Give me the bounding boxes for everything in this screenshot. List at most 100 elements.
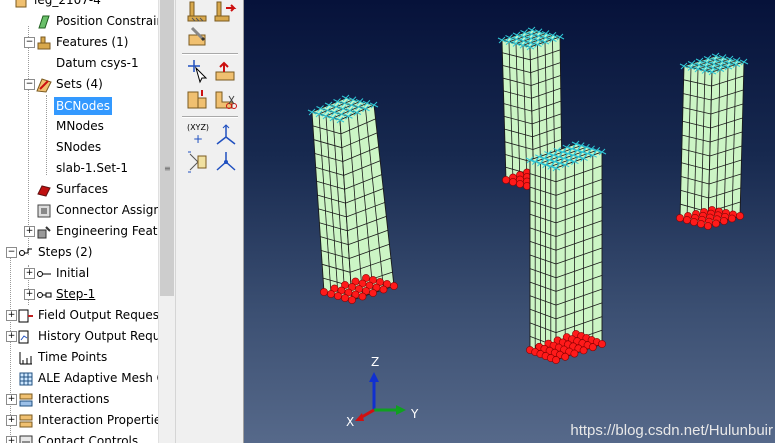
bc-node: [728, 214, 736, 223]
bc-node: [334, 292, 342, 300]
model-viewport[interactable]: Z Y X https://blog.csdn.net/Hulunbuir: [244, 0, 775, 443]
tree-item-label: Engineering Features: [56, 224, 158, 238]
expand-icon[interactable]: +: [24, 268, 35, 279]
tree-item[interactable]: + Initial: [0, 263, 158, 284]
partition-face-icon[interactable]: [186, 150, 210, 174]
bc-node: [588, 343, 597, 352]
tree-item-label: Step-1: [56, 287, 96, 301]
tree-item-label: Field Output Requests: [38, 308, 158, 322]
tree-item[interactable]: Position Constraints: [0, 11, 158, 32]
step-icon: [37, 292, 52, 298]
tree-item-label: Steps (2): [38, 245, 93, 259]
csys-axes-icon[interactable]: [214, 123, 238, 147]
bc-node: [320, 288, 328, 296]
expand-icon[interactable]: +: [6, 331, 17, 342]
tree-item[interactable]: Time Points: [0, 347, 158, 368]
expand-icon[interactable]: +: [6, 415, 17, 426]
step-initial-icon: [37, 271, 51, 277]
bc-node: [369, 289, 377, 297]
load-edit-icon[interactable]: [186, 25, 210, 49]
tree-item[interactable]: − Features (1): [0, 32, 158, 53]
bc-manager-icon[interactable]: [214, 0, 238, 24]
history-output-icon: [18, 330, 29, 344]
tree-item[interactable]: Surfaces: [0, 179, 158, 200]
features-icon: [37, 36, 51, 50]
collapse-icon[interactable]: −: [24, 79, 35, 90]
create-datum-point-icon[interactable]: [186, 60, 210, 84]
tree-item[interactable]: + Engineering Features: [0, 221, 158, 242]
bc-node: [502, 176, 510, 184]
assign-load-icon[interactable]: [186, 88, 210, 112]
part-icon: [15, 0, 27, 8]
expand-icon[interactable]: +: [24, 289, 35, 300]
model-tree: leg_2107-4 Position Constraints − Features …: [0, 0, 158, 443]
tree-item[interactable]: Connector Assignments: [0, 200, 158, 221]
tree-vertical-scrollbar[interactable]: ≡: [158, 0, 175, 443]
bc-node: [523, 182, 531, 190]
tree-item-label: Surfaces: [56, 182, 108, 196]
mesh-scene[interactable]: Z Y X: [244, 0, 775, 443]
tree-item-label: Position Constraints: [56, 14, 158, 28]
tree-item[interactable]: leg_2107-4: [0, 0, 158, 11]
tree-item-label: SNodes: [56, 140, 102, 154]
palette-separator: [182, 116, 238, 118]
expand-icon[interactable]: +: [6, 436, 17, 443]
tree-item[interactable]: + Interaction Properties: [0, 410, 158, 431]
tree-item-label: Sets (4): [56, 77, 103, 91]
tree-item[interactable]: SNodes: [0, 137, 158, 158]
datum-axes-icon[interactable]: [214, 150, 238, 174]
y-axis-label: Y: [410, 407, 419, 421]
expand-icon[interactable]: +: [24, 226, 35, 237]
tree-item[interactable]: + Step-1: [0, 284, 158, 305]
bc-node: [697, 220, 705, 228]
query-cut-icon[interactable]: [214, 88, 238, 112]
tree-item-label: slab-1.Set-1: [56, 161, 129, 175]
sets-icon: [36, 78, 52, 93]
bc-node: [704, 222, 712, 230]
tree-item[interactable]: BCNodes: [0, 95, 158, 116]
collapse-icon[interactable]: −: [6, 247, 17, 258]
tree-item[interactable]: + Interactions: [0, 389, 158, 410]
mesh-column-0: [307, 94, 398, 304]
palette-separator: [182, 53, 238, 55]
bc-node: [570, 349, 579, 358]
tree-item[interactable]: + Field Output Requests: [0, 305, 158, 326]
tree-item[interactable]: + Contact Controls: [0, 431, 158, 443]
tree-item-label: Datum csys-1: [56, 56, 139, 70]
tree-item-label: ALE Adaptive Mesh Constraints: [38, 371, 158, 385]
x-axis-label: X: [346, 415, 354, 429]
ale-mesh-icon: [19, 372, 33, 386]
bc-node: [712, 219, 720, 228]
mesh-column-2: [676, 52, 749, 230]
tree-item-label: History Output Requests: [38, 329, 158, 343]
expand-icon[interactable]: +: [6, 394, 17, 405]
bc-create-icon[interactable]: [186, 0, 210, 24]
tree-item[interactable]: − Steps (2): [0, 242, 158, 263]
tree-item-label: Contact Controls: [38, 434, 139, 443]
column-left-face: [529, 159, 557, 361]
expand-icon[interactable]: +: [6, 310, 17, 321]
bc-node: [358, 292, 367, 301]
steps-icon: [19, 248, 32, 256]
y-axis-arrow: [396, 405, 406, 415]
collapse-icon[interactable]: −: [24, 37, 35, 48]
engineering-features-icon: [37, 226, 51, 239]
mesh-column-3: [525, 140, 607, 364]
tree-item[interactable]: − Sets (4): [0, 74, 158, 95]
scrollbar-thumb[interactable]: ≡: [160, 0, 174, 296]
position-constraints-icon: [38, 15, 50, 29]
tree-item[interactable]: ALE Adaptive Mesh Constraints: [0, 368, 158, 389]
tree-item[interactable]: Datum csys-1: [0, 53, 158, 74]
xyz-datum-icon[interactable]: (XYZ) +: [186, 123, 210, 147]
select-node-icon[interactable]: [214, 60, 238, 84]
tree-item-label: MNodes: [56, 119, 104, 133]
bc-node: [327, 290, 335, 298]
tree-item-label: Features (1): [56, 35, 129, 49]
tree-item-label: leg_2107-4: [34, 0, 101, 7]
tree-item[interactable]: + History Output Requests: [0, 326, 158, 347]
bc-node: [690, 218, 698, 226]
bc-node: [379, 285, 388, 294]
bc-node: [390, 282, 398, 290]
tree-item[interactable]: slab-1.Set-1: [0, 158, 158, 179]
tree-item[interactable]: MNodes: [0, 116, 158, 137]
